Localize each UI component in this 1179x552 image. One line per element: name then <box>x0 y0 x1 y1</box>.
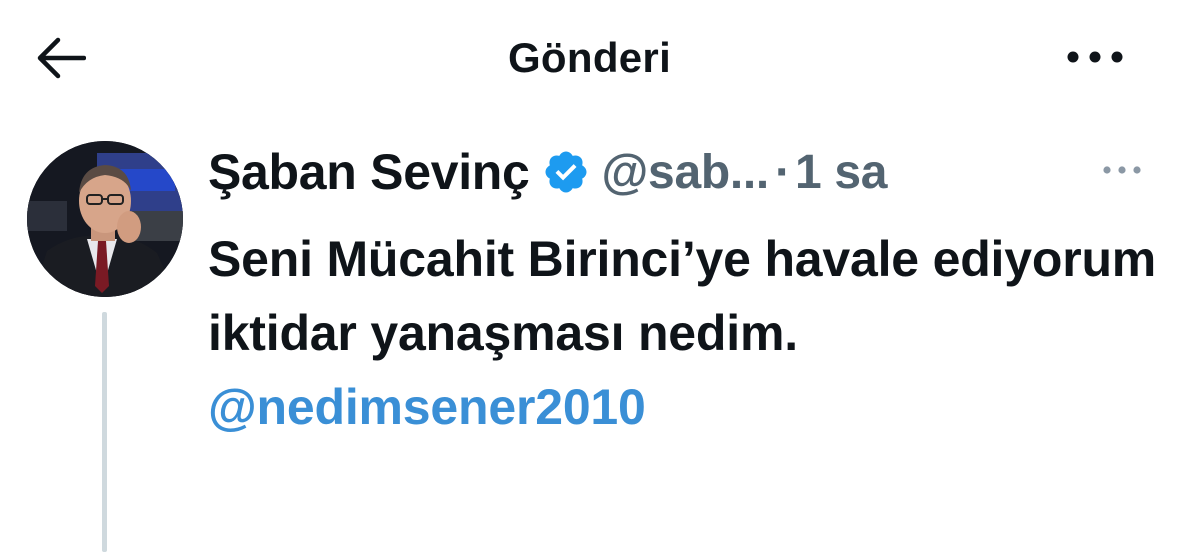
more-horizontal-icon <box>1067 51 1123 63</box>
mention-link[interactable]: @nedimsener2010 <box>208 379 646 435</box>
display-name[interactable]: Şaban Sevinç <box>208 143 530 201</box>
separator-dot: · <box>774 145 791 199</box>
profile-photo <box>27 141 183 297</box>
thread-line <box>102 312 107 552</box>
post-header: Şaban Sevinç @sab... · 1 sa <box>208 141 1148 203</box>
post-body: Seni Mücahit Birinci’ye havale ediyorum … <box>208 231 1157 361</box>
verified-badge-icon[interactable] <box>542 148 590 196</box>
more-options-button[interactable] <box>1060 32 1130 82</box>
more-horizontal-icon <box>1103 166 1141 174</box>
page-title: Gönderi <box>507 34 672 81</box>
post-more-button[interactable] <box>1098 150 1146 190</box>
avatar[interactable] <box>27 141 183 297</box>
user-handle[interactable]: @sab... <box>602 145 770 200</box>
post-text: Seni Mücahit Birinci’ye havale ediyorum … <box>208 222 1158 444</box>
top-bar: Gönderi <box>0 0 1179 120</box>
post-timestamp[interactable]: 1 sa <box>795 145 888 200</box>
